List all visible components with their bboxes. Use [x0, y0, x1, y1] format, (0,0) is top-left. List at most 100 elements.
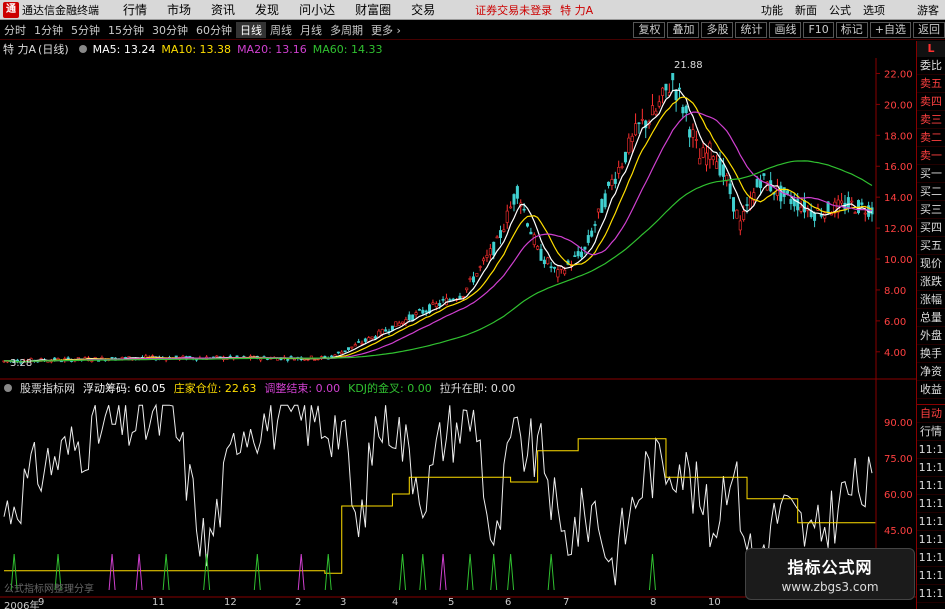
candle [806, 205, 810, 218]
panel-header[interactable]: L [917, 41, 945, 57]
candle [833, 197, 837, 218]
candle [532, 232, 536, 248]
candle [536, 245, 540, 251]
candle [664, 83, 668, 98]
candle [708, 140, 712, 169]
candle [458, 292, 462, 300]
date-tick: 12 [224, 597, 237, 608]
candle [468, 276, 472, 283]
candle [448, 297, 452, 301]
tick-time-item: 11:1 [917, 549, 945, 567]
panel-item[interactable]: 卖三 [917, 111, 945, 129]
settings-dot-icon[interactable] [78, 45, 87, 53]
signal-spike [253, 553, 261, 591]
panel-item[interactable]: 收益 [917, 381, 945, 399]
panel-item[interactable]: 卖四 [917, 93, 945, 111]
date-tick: 11 [152, 597, 165, 608]
signal-spike [297, 553, 305, 591]
candle [732, 197, 736, 220]
candle [431, 299, 435, 306]
candle [414, 310, 418, 318]
candle [688, 126, 692, 148]
candle [421, 306, 425, 315]
btn-back[interactable]: 返回 [913, 22, 945, 38]
panel-item[interactable]: 净资 [917, 363, 945, 381]
panel-item[interactable]: 涨幅 [917, 291, 945, 309]
candle [502, 223, 506, 233]
panel-item[interactable]: 买五 [917, 237, 945, 255]
signal-spike [399, 553, 407, 591]
ma20-line [3, 111, 873, 363]
panel-item[interactable]: 卖五 [917, 75, 945, 93]
candle [691, 123, 695, 148]
price-tick: 22.00 [884, 69, 913, 80]
tick-time-item: 11:1 [917, 495, 945, 513]
candle [671, 73, 675, 92]
guest-label[interactable]: 游客 [911, 2, 945, 18]
signal-spike [419, 553, 427, 591]
price-tick: 20.00 [884, 100, 913, 111]
panel-item[interactable]: 涨跌 [917, 273, 945, 291]
date-tick: 5 [448, 597, 455, 608]
candle [478, 265, 482, 272]
ma60-line [3, 160, 873, 363]
candle [694, 130, 698, 149]
signal-spike [466, 553, 474, 591]
panel-item[interactable]: 卖一 [917, 147, 945, 165]
candle [590, 227, 594, 238]
candle [836, 195, 840, 219]
candle [603, 189, 607, 210]
candle [634, 113, 638, 137]
indicator-name: 股票指标网 [20, 382, 75, 395]
candle [620, 162, 624, 170]
candle [799, 200, 803, 214]
tick-time-item: 11:1 [917, 567, 945, 585]
float-chips-line [3, 403, 873, 586]
price-tick: 8.00 [884, 286, 906, 297]
candle [526, 222, 530, 228]
candle [482, 256, 486, 265]
candle [752, 187, 756, 206]
indicator-dot-icon[interactable] [4, 384, 12, 392]
panel-item[interactable]: 换手 [917, 345, 945, 363]
candle [542, 256, 546, 268]
ma5-label: MA5: 13.24 [92, 42, 156, 56]
panel-item[interactable]: 买一 [917, 165, 945, 183]
candle [417, 308, 421, 311]
candle [617, 160, 621, 179]
date-tick: 3 [340, 597, 347, 608]
panel-item[interactable]: 现价 [917, 255, 945, 273]
candle [394, 321, 398, 328]
stock-name: 特 力A [3, 43, 37, 56]
candle [357, 338, 361, 344]
candle [313, 359, 317, 361]
tick-time-item: 11:1 [917, 459, 945, 477]
signal-spike [648, 553, 656, 591]
candle [623, 151, 627, 165]
candle [769, 171, 773, 193]
panel-item[interactable]: 买二 [917, 183, 945, 201]
price-tick: 6.00 [884, 317, 906, 328]
indicator-legend: 股票指标网 浮动筹码: 60.05 庄家仓位: 22.63 调整结束: 0.00… [0, 380, 523, 396]
panel-item[interactable]: 委比 [917, 57, 945, 75]
candle [549, 261, 553, 273]
panel-item[interactable]: 总量 [917, 309, 945, 327]
date-tick: 2006年 [4, 601, 40, 609]
candle [505, 204, 509, 229]
stock-terminal-window: { "window": { "title": "通达信金融终端", "logo_… [0, 0, 945, 609]
ma10-line [3, 96, 873, 363]
chart-canvas[interactable]: 22.00 20.00 18.00 16.00 14.00 12.00 10.00 8.00 6… [0, 0, 916, 609]
panel-item[interactable]: 卖二 [917, 129, 945, 147]
panel-item[interactable]: 买四 [917, 219, 945, 237]
candle [397, 320, 401, 326]
dealer-label: 庄家仓位: 22.63 [173, 382, 257, 395]
signal-spike [162, 553, 170, 591]
price-tick: 18.00 [884, 131, 913, 142]
candle [705, 145, 709, 172]
panel-item[interactable]: 外盘 [917, 327, 945, 345]
candle [353, 342, 357, 347]
candle [762, 172, 766, 180]
panel-item[interactable]: 买三 [917, 201, 945, 219]
candle [556, 266, 560, 283]
panel-auto[interactable]: 自动 [917, 405, 945, 423]
